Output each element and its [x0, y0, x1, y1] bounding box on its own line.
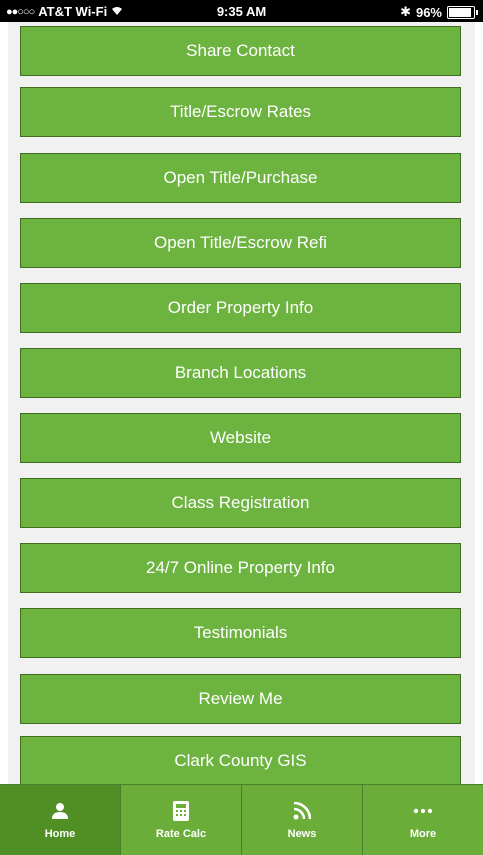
tab-more[interactable]: More [363, 785, 483, 855]
class-registration-button[interactable]: Class Registration [20, 478, 461, 528]
status-bar: ●●○○○ AT&T Wi-Fi 9:35 AM ✱ 96% [0, 0, 483, 22]
tab-news[interactable]: News [242, 785, 363, 855]
tab-home[interactable]: Home [0, 785, 121, 855]
battery-icon [447, 5, 478, 19]
more-icon [412, 800, 434, 822]
calculator-icon [170, 800, 192, 822]
branch-locations-button[interactable]: Branch Locations [20, 348, 461, 398]
title-escrow-rates-button[interactable]: Title/Escrow Rates [20, 87, 461, 137]
tab-rate-calc-label: Rate Calc [155, 828, 207, 840]
testimonials-button[interactable]: Testimonials [20, 608, 461, 658]
website-button[interactable]: Website [20, 413, 461, 463]
review-me-button[interactable]: Review Me [20, 674, 461, 724]
battery-percent: 96% [415, 4, 442, 20]
share-contact-button[interactable]: Share Contact [20, 26, 461, 76]
open-title-purchase-button[interactable]: Open Title/Purchase [20, 153, 461, 203]
open-title-escrow-refi-button[interactable]: Open Title/Escrow Refi [20, 218, 461, 268]
online-property-info-button[interactable]: 24/7 Online Property Info [20, 543, 461, 593]
clark-county-gis-button[interactable]: Clark County GIS [20, 736, 461, 784]
person-icon [49, 800, 71, 822]
tab-home-label: Home [44, 828, 76, 840]
order-property-info-button[interactable]: Order Property Info [20, 283, 461, 333]
tab-bar: Home Rate Calc News More [0, 784, 483, 855]
bluetooth-icon: ✱ [400, 4, 411, 19]
rss-icon [291, 800, 313, 822]
menu-list[interactable]: Share Contact Title/Escrow Rates Open Ti… [8, 22, 475, 784]
tab-rate-calc[interactable]: Rate Calc [121, 785, 242, 855]
tab-news-label: News [287, 828, 317, 840]
tab-more-label: More [409, 828, 437, 840]
